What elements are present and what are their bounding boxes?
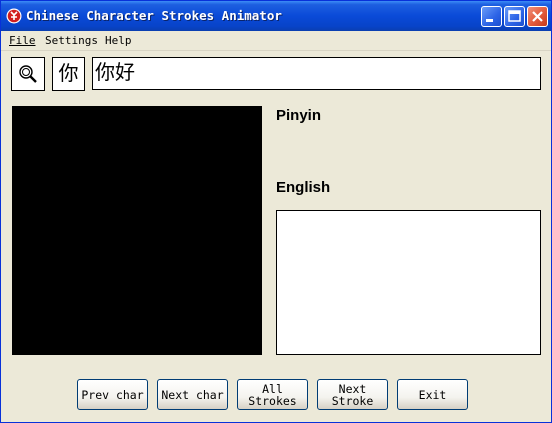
current-character[interactable]: 你 [52, 57, 85, 91]
window-title: Chinese Character Strokes Animator [26, 8, 282, 23]
exit-button[interactable]: Exit [397, 379, 468, 410]
pinyin-label: Pinyin [276, 107, 322, 124]
magnifier-icon [19, 65, 37, 83]
menu-settings-label: Settings [45, 34, 98, 47]
menu-bar: File Settings Help [1, 31, 551, 50]
maximize-icon [508, 10, 521, 22]
menu-file[interactable]: File [9, 34, 36, 47]
minimize-icon [486, 19, 493, 22]
app-window: Chinese Character Strokes Animator File … [0, 0, 552, 423]
close-button[interactable] [527, 6, 548, 27]
menu-file-label: File [9, 34, 36, 47]
minimize-button[interactable] [481, 6, 502, 27]
title-bar[interactable]: Chinese Character Strokes Animator [1, 1, 551, 31]
all-strokes-button[interactable]: All Strokes [237, 379, 308, 410]
maximize-button[interactable] [504, 6, 525, 27]
english-label: English [276, 179, 331, 196]
word-input[interactable]: 你好 [92, 57, 541, 90]
next-stroke-button[interactable]: Next Stroke [317, 379, 388, 410]
menu-separator [1, 50, 551, 51]
next-char-button[interactable]: Next char [157, 379, 228, 410]
english-text-box[interactable] [276, 210, 541, 355]
menu-help-label: Help [105, 34, 132, 47]
prev-char-button[interactable]: Prev char [77, 379, 148, 410]
app-icon[interactable] [6, 8, 22, 24]
menu-help[interactable]: Help [105, 34, 132, 47]
stroke-animation-canvas[interactable] [12, 106, 262, 355]
close-icon [532, 11, 543, 22]
menu-settings[interactable]: Settings [45, 34, 98, 47]
search-button[interactable] [11, 57, 45, 91]
